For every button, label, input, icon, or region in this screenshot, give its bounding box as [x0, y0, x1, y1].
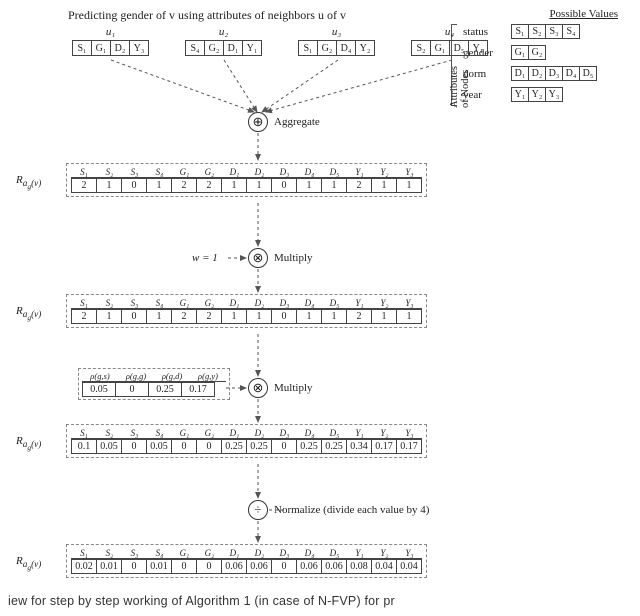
vector-row-1-label: Rag(v): [16, 174, 41, 191]
multiply1-op: ⊗: [248, 248, 268, 268]
diagram-canvas: Predicting gender of v using attributes …: [8, 8, 632, 608]
multiply2-label: Multiply: [274, 382, 313, 394]
aggregate-label: Aggregate: [274, 116, 320, 128]
normalize-op: ÷: [248, 500, 268, 520]
neighbor-u2: u₂ S₄ G₂ D₁ Y₁: [185, 26, 262, 56]
multiply1-label: Multiply: [274, 252, 313, 264]
neighbor-u1: u₁ S₁ G₁ D₂ Y₃: [72, 26, 149, 56]
vector-row-4-label: Rag(v): [16, 555, 41, 572]
vector-row-4: S₁0.02S₂0.01S₃0S₄0.01G₁0G₂0D₁0.06D₂0.06D…: [66, 544, 427, 578]
attr-row-dorm: dorm D₁ D₂ D₃ D₄ D₅: [463, 66, 628, 81]
possible-values-header: Possible Values: [549, 8, 618, 20]
attr-row-year: year Y₁ Y₂ Y₃: [463, 87, 628, 102]
diagram-title: Predicting gender of v using attributes …: [68, 8, 346, 23]
vector-row-3-label: Rag(v): [16, 435, 41, 452]
neighbor-nodes: u₁ S₁ G₁ D₂ Y₃ u₂ S₄ G₂ D₁ Y₁ u₃ S₁ G₂ D…: [72, 26, 488, 56]
vector-row-1: S₁2S₂1S₃0S₄1G₁2G₂2D₁1D₂1D₃0D₄1D₅1Y₁2Y₂1Y…: [66, 163, 427, 197]
multiply1-lhs: w = 1: [192, 252, 218, 264]
attributes-of-nodes-label: Attributes of Nodes: [449, 66, 471, 108]
normalize-label: Normalize (divide each value by 4): [274, 504, 429, 516]
aggregate-op: ⊕: [248, 112, 268, 132]
vector-row-3: S₁0.1S₂0.05S₃0S₄0.05G₁0G₂0D₁0.25D₂0.25D₃…: [66, 424, 427, 458]
possible-values-box: Possible Values Attributes of Nodes stat…: [453, 8, 628, 108]
neighbor-u4: u₄ S₂ G₁ D₅ Y₁: [411, 26, 488, 56]
multiply2-op: ⊗: [248, 378, 268, 398]
vector-row-2-label: Rag(v): [16, 305, 41, 322]
vector-row-2: S₁2S₂1S₃0S₄1G₁2G₂2D₁1D₂1D₃0D₄1D₅1Y₁2Y₂1Y…: [66, 294, 427, 328]
figure-caption: iew for step by step working of Algorith…: [8, 594, 632, 608]
neighbor-u3: u₃ S₁ G₂ D₄ Y₂: [298, 26, 375, 56]
rho-box: ρ(g,s) ρ(g,g) ρ(g,d) ρ(g,y) 0.05 0 0.25 …: [78, 368, 230, 400]
